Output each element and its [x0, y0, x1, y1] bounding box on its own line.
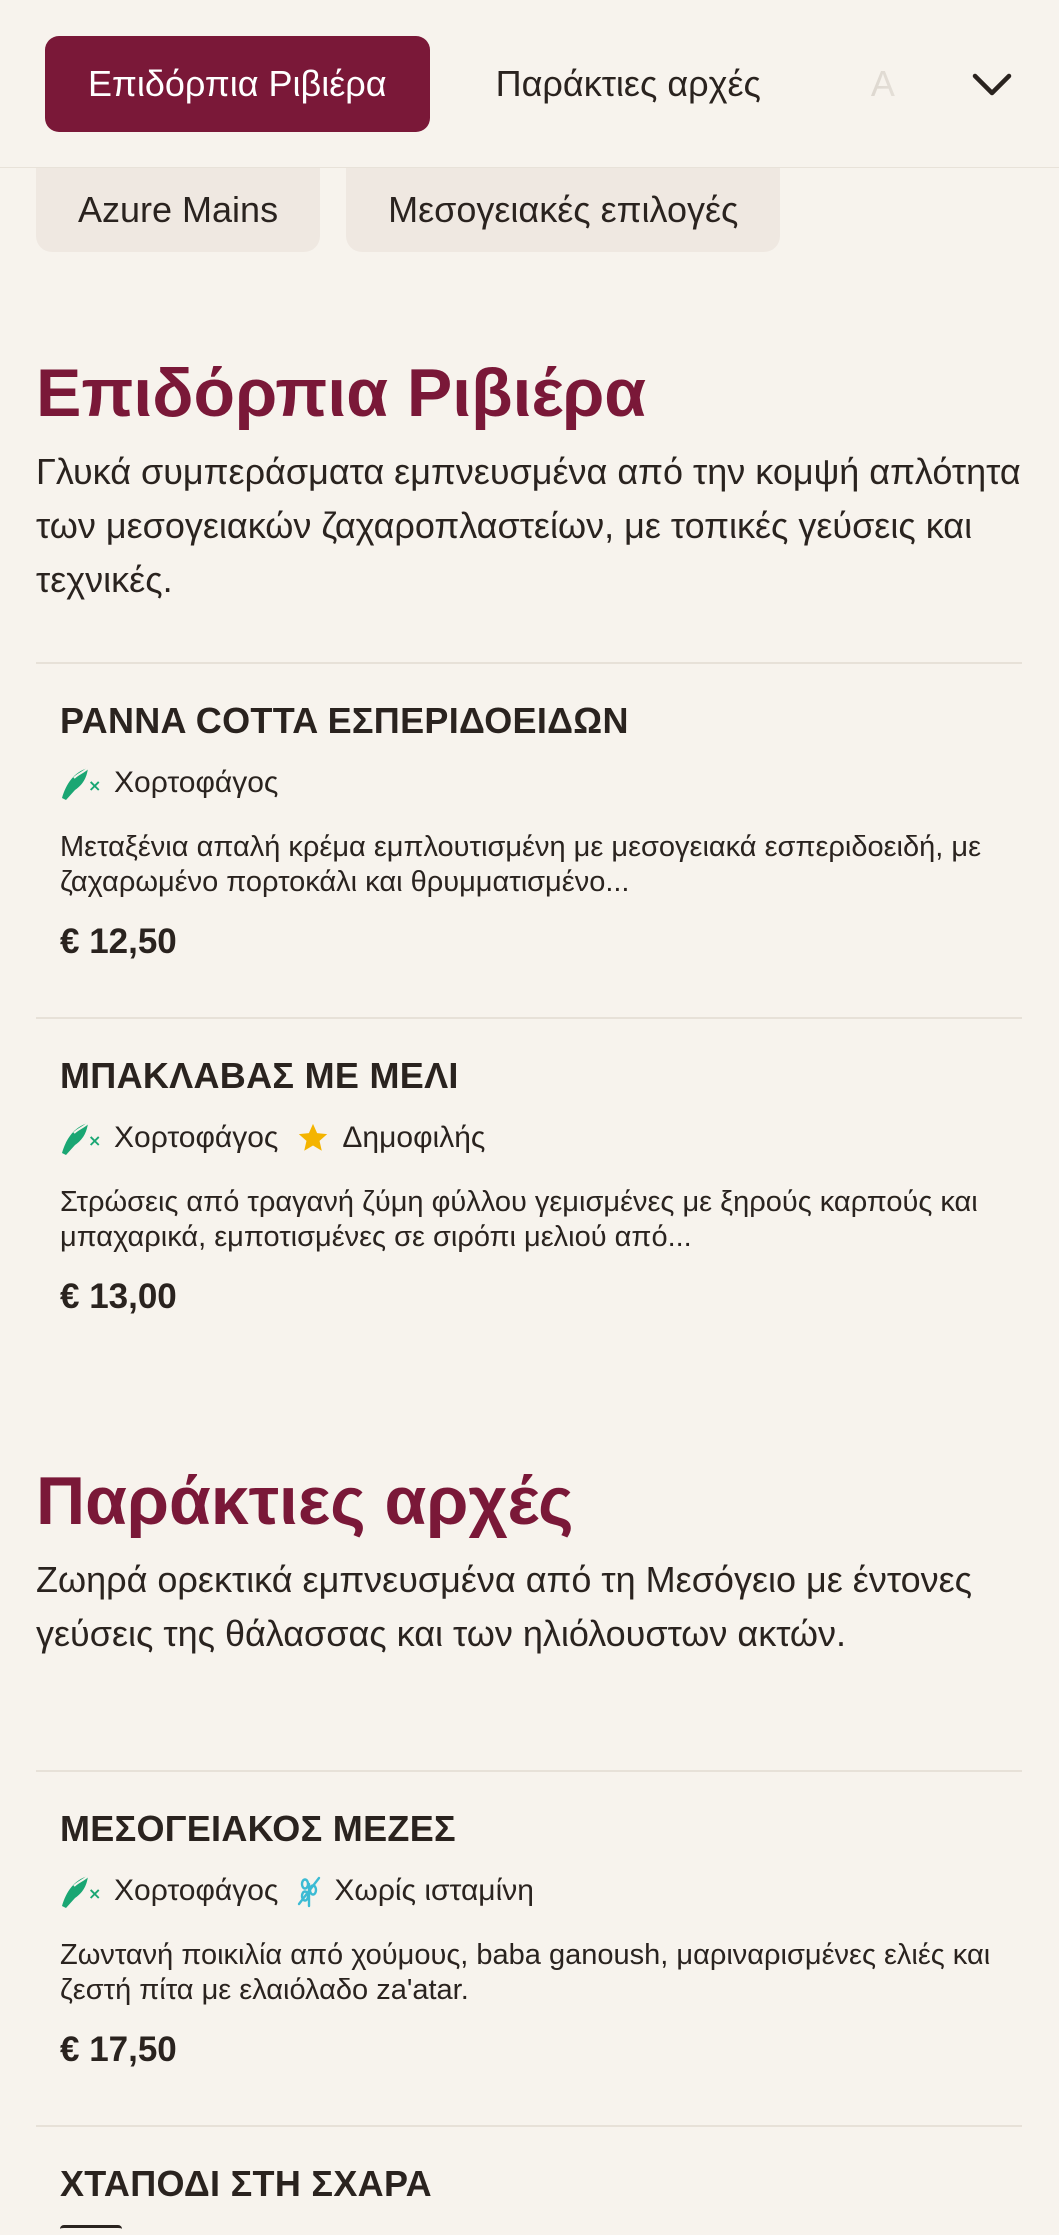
menu-item[interactable]: ΧΤΑΠΟΔΙ ΣΤΗ ΣΧΑΡΑ	[36, 2125, 1022, 2235]
svg-text:×: ×	[88, 1131, 101, 1150]
tab-fade-overlay	[819, 0, 1059, 167]
tag-popular: Δημοφιλής	[296, 1121, 485, 1155]
item-description: Μεταξένια απαλή κρέμα εμπλουτισμένη με μ…	[60, 831, 981, 898]
tag-label: Χορτοφάγος	[114, 1874, 279, 1907]
section-riviera-desserts: Επιδόρπια Ριβιέρα Γλυκά συμπεράσματα εμπ…	[36, 356, 1022, 607]
tag-label: Χορτοφάγος	[114, 1121, 279, 1154]
chip-mediterranean-options[interactable]: Μεσογειακές επιλογές	[346, 168, 781, 252]
tag-icon-partial	[60, 2225, 122, 2231]
section-description: Γλυκά συμπεράσματα εμπνευσμένα από την κ…	[36, 450, 1021, 600]
chip-azure-mains[interactable]: Azure Mains	[36, 168, 321, 252]
menu-item[interactable]: ΜΠΑΚΛΑΒΑΣ ΜΕ ΜΕΛΙ × Χορτοφάγος Δημοφιλής…	[36, 1017, 1022, 1357]
svg-text:×: ×	[88, 776, 101, 795]
vegetarian-icon: ×	[62, 1875, 101, 1908]
item-price: € 12,50	[60, 922, 177, 961]
menu-item[interactable]: ΜΕΣΟΓΕΙΑΚΟΣ ΜΕΖΕΣ × Χορτοφάγος Χωρίς ιστ…	[36, 1770, 1022, 2126]
vegetarian-icon: ×	[62, 1122, 101, 1155]
item-tags: × Χορτοφάγος Δημοφιλής	[60, 1119, 1022, 1157]
item-description: Ζωντανή ποικιλία από χούμους, baba ganou…	[60, 1939, 991, 2006]
star-icon	[299, 1123, 328, 1151]
menu-item[interactable]: PANNA COTTA ΕΣΠΕΡΙΔΟΕΙΔΩΝ × Χορτοφάγος Μ…	[36, 662, 1022, 1018]
tab-coastal-starters[interactable]: Παράκτιες αρχές	[430, 36, 761, 132]
item-name: ΜΕΣΟΓΕΙΑΚΟΣ ΜΕΖΕΣ	[60, 1808, 456, 1849]
tag-vegetarian: × Χορτοφάγος	[60, 1119, 278, 1157]
tag-label: Δημοφιλής	[342, 1121, 486, 1154]
item-name: ΧΤΑΠΟΔΙ ΣΤΗ ΣΧΑΡΑ	[60, 2163, 432, 2204]
item-name: ΜΠΑΚΛΑΒΑΣ ΜΕ ΜΕΛΙ	[60, 1055, 459, 1096]
item-tags: × Χορτοφάγος	[60, 764, 1022, 802]
item-tags: × Χορτοφάγος Χωρίς ισταμίνη	[60, 1872, 1022, 1910]
tag-label: Χωρίς ισταμίνη	[334, 1874, 534, 1907]
item-name: PANNA COTTA ΕΣΠΕΡΙΔΟΕΙΔΩΝ	[60, 700, 629, 741]
chevron-down-icon[interactable]	[969, 62, 1015, 108]
tag-label: Χορτοφάγος	[114, 766, 279, 799]
item-description: Στρώσεις από τραγανή ζύμη φύλλου γεμισμέ…	[60, 1186, 978, 1253]
tag-vegetarian: × Χορτοφάγος	[60, 1872, 278, 1910]
vegetarian-icon: ×	[62, 767, 101, 800]
subcategory-chips: Azure Mains Μεσογειακές επιλογές	[36, 168, 781, 252]
svg-text:×: ×	[88, 1884, 101, 1903]
item-price: € 13,00	[60, 1277, 177, 1316]
section-coastal-starters: Παράκτιες αρχές Ζωηρά ορεκτικά εμπνευσμέ…	[36, 1464, 1022, 1661]
item-price: € 17,50	[60, 2030, 177, 2069]
section-description: Ζωηρά ορεκτικά εμπνευσμένα από τη Μεσόγε…	[36, 1558, 972, 1654]
tab-riviera-desserts[interactable]: Επιδόρπια Ριβιέρα	[45, 35, 430, 132]
category-tab-bar: Επιδόρπια Ριβιέρα Παράκτιες αρχές A	[0, 0, 1059, 168]
tag-vegetarian: × Χορτοφάγος	[60, 764, 278, 802]
section-title: Επιδόρπια Ριβιέρα	[36, 355, 647, 431]
tag-gluten-free: Χωρίς ισταμίνη	[296, 1874, 534, 1908]
gluten-free-icon	[298, 1876, 321, 1908]
section-title: Παράκτιες αρχές	[36, 1463, 574, 1539]
